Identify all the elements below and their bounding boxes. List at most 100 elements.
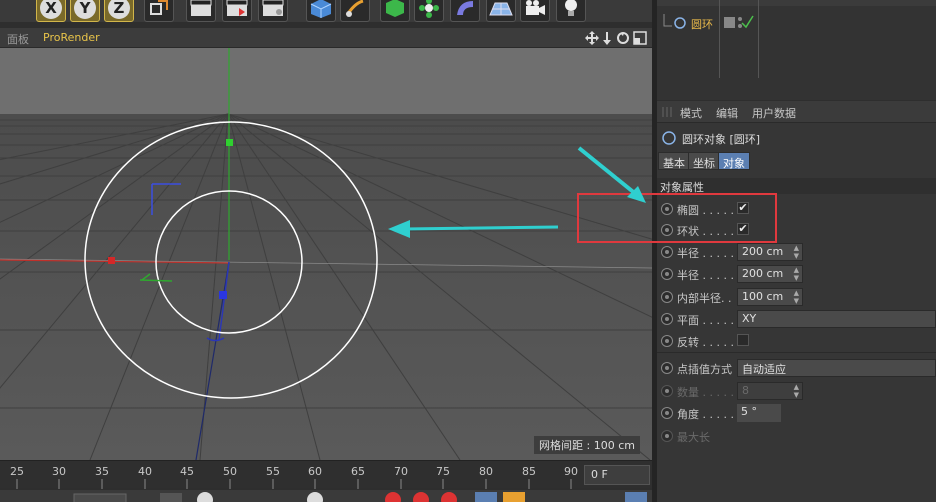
light-button[interactable] xyxy=(556,0,586,22)
zoom-view-icon xyxy=(603,32,611,45)
param-radius1-row: 半径 . . . . . 200 cm ▲ ▼ xyxy=(657,242,936,264)
arrow-to-checkbox-shaft xyxy=(577,146,639,197)
coordinate-system-icon xyxy=(150,0,168,15)
tick-label: 50 xyxy=(223,465,237,478)
grid-spacing-label: 网格间距 : 100 cm xyxy=(534,436,640,454)
param-interpolation-row: 点插值方式 自动适应 xyxy=(657,358,936,380)
interpolation-dropdown[interactable]: 自动适应 xyxy=(737,359,936,377)
param-label: 内部半径. . xyxy=(677,292,732,305)
object-manager-menubar xyxy=(657,0,936,6)
camera-button[interactable] xyxy=(520,0,550,22)
arrow-to-viewport-head xyxy=(388,220,410,238)
viewport-scene xyxy=(0,48,652,460)
param-label: 半径 . . . . . xyxy=(677,269,734,282)
object-tags xyxy=(724,15,754,29)
axis-y-label: Y xyxy=(74,0,96,19)
prorender-menu[interactable]: ProRender xyxy=(43,31,100,44)
viewport-nav-icons[interactable] xyxy=(584,30,650,46)
3d-viewport[interactable]: 网格间距 : 100 cm xyxy=(0,48,652,460)
animate-radio-icon[interactable] xyxy=(661,407,673,419)
menu-user-data[interactable]: 用户数据 xyxy=(752,105,796,121)
tab-object[interactable]: 对象 xyxy=(718,152,750,170)
record-icon xyxy=(385,492,401,502)
panel-menu[interactable]: 面板 xyxy=(7,31,29,47)
pen-tool-button[interactable] xyxy=(340,0,370,22)
angle-field[interactable]: 5 ° xyxy=(737,404,781,422)
radius2-field[interactable]: 200 cm ▲ ▼ xyxy=(737,265,803,283)
menu-edit[interactable]: 编辑 xyxy=(716,105,738,121)
param-label: 反转 . . . . . xyxy=(677,336,734,349)
inner-radius-field[interactable]: 100 cm ▲ ▼ xyxy=(737,288,803,306)
tick-label: 55 xyxy=(266,465,280,478)
param-plane-row: 平面 . . . . . XY xyxy=(657,309,936,331)
move-view-icon xyxy=(585,31,599,45)
radius1-field[interactable]: 200 cm ▲ ▼ xyxy=(737,243,803,261)
spinner-icon[interactable]: ▲ ▼ xyxy=(794,266,799,282)
animate-radio-icon[interactable] xyxy=(661,362,673,374)
tick-label: 65 xyxy=(351,465,365,478)
floor-grid-icon xyxy=(489,2,513,16)
menu-mode[interactable]: 模式 xyxy=(680,105,702,121)
tick-label: 30 xyxy=(52,465,66,478)
field-value: 8 xyxy=(742,384,749,397)
sky-background xyxy=(0,48,652,114)
tick-label: 80 xyxy=(479,465,493,478)
array-button[interactable] xyxy=(414,0,444,22)
axis-z-lock-button[interactable]: Z xyxy=(104,0,134,22)
tick-label: 25 xyxy=(10,465,24,478)
object-row-ring[interactable]: 圆环 xyxy=(662,0,932,78)
generator-button[interactable] xyxy=(380,0,410,22)
object-title: 圆环对象 [圆环] xyxy=(682,133,761,146)
floor-button[interactable] xyxy=(486,0,516,22)
tab-coord[interactable]: 坐标 xyxy=(688,152,720,170)
axis-y-lock-button[interactable]: Y xyxy=(70,0,100,22)
animate-radio-icon[interactable] xyxy=(661,313,673,325)
bend-icon xyxy=(457,1,473,15)
animate-radio-icon[interactable] xyxy=(661,268,673,280)
clapper-icon xyxy=(190,0,212,16)
tick-label: 40 xyxy=(138,465,152,478)
animate-radio-icon[interactable] xyxy=(661,291,673,303)
tick-label: 70 xyxy=(394,465,408,478)
tick-label: 90 xyxy=(564,465,578,478)
spinner-icon[interactable]: ▲ ▼ xyxy=(794,289,799,305)
cube-icon xyxy=(310,0,332,18)
coordinate-system-button[interactable] xyxy=(144,0,174,22)
annotation-arrows xyxy=(388,146,646,238)
hierarchy-branch-icon xyxy=(663,14,686,29)
field-value: 100 cm xyxy=(742,290,784,303)
tick-label: 60 xyxy=(308,465,322,478)
camera-icon xyxy=(526,0,545,15)
param-max-length-row: 最大长 xyxy=(657,426,936,448)
clapper-settings-icon xyxy=(262,0,284,16)
y-axis-handle xyxy=(226,139,233,146)
clapper-render-icon xyxy=(226,0,248,16)
cube-button[interactable] xyxy=(306,0,336,22)
plane-dropdown[interactable]: XY xyxy=(737,310,936,328)
count-field: 8 ▲ ▼ xyxy=(737,382,803,400)
param-radius2-row: 半径 . . . . . 200 cm ▲ ▼ xyxy=(657,264,936,286)
layer-icon xyxy=(724,17,735,28)
spinner-icon[interactable]: ▲ ▼ xyxy=(794,244,799,260)
tick-label: 85 xyxy=(522,465,536,478)
render-settings-button[interactable] xyxy=(258,0,288,22)
green-cube-icon xyxy=(386,0,404,17)
current-frame-field[interactable]: 0 F xyxy=(584,465,650,485)
flower-icon xyxy=(419,0,439,18)
render-picture-viewer-button[interactable] xyxy=(222,0,252,22)
x-axis-handle xyxy=(108,257,115,264)
attribute-menubar: 模式 编辑 用户数据 xyxy=(657,101,936,123)
divider xyxy=(657,352,936,353)
param-label: 最大长 xyxy=(677,431,710,444)
deformer-button[interactable] xyxy=(450,0,480,22)
playback-bar xyxy=(0,490,652,502)
axis-x-lock-button[interactable]: X xyxy=(36,0,66,22)
animate-radio-icon[interactable] xyxy=(661,335,673,347)
object-name[interactable]: 圆环 xyxy=(691,16,713,32)
grip-icon xyxy=(662,107,672,117)
reverse-checkbox[interactable] xyxy=(737,334,749,346)
render-view-button[interactable] xyxy=(186,0,216,22)
z-axis-handle xyxy=(219,291,227,299)
param-label: 角度 . . . . . xyxy=(677,408,734,421)
timeline-ruler[interactable]: 25 30 35 40 45 50 55 60 65 70 75 80 85 9… xyxy=(0,460,652,489)
